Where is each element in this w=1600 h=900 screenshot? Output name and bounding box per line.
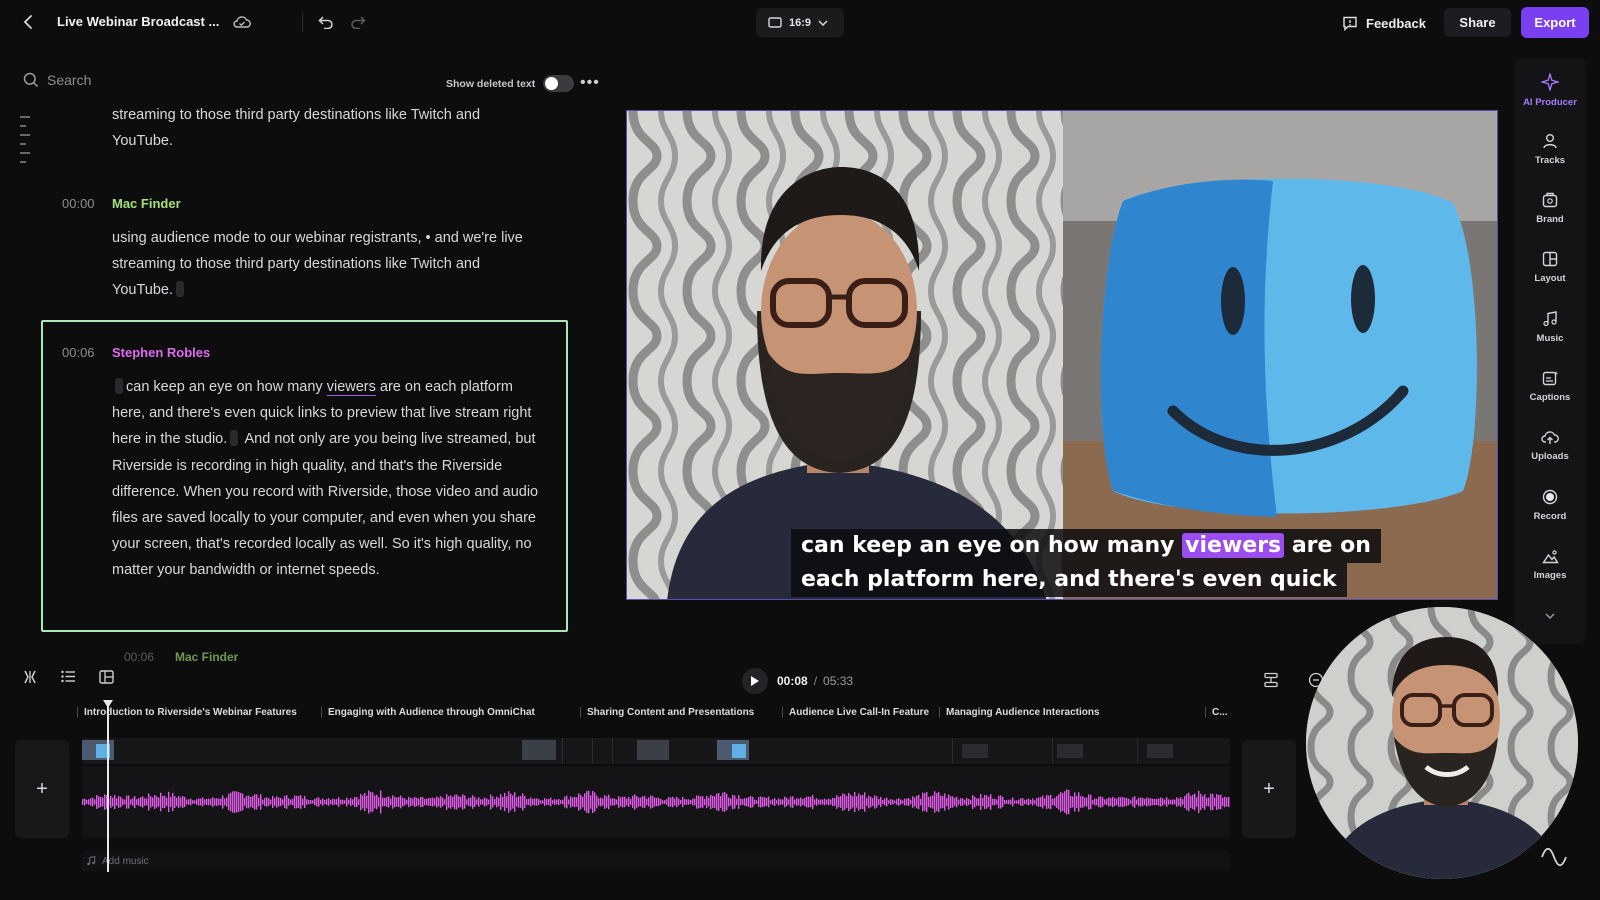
show-deleted-toggle[interactable]: Show deleted text <box>446 75 575 92</box>
layout-icon <box>1542 251 1558 266</box>
presenter-webcam-bubble <box>1306 607 1578 879</box>
sparkle-icon <box>1541 72 1559 91</box>
paragraph-text: And not only are you being live streamed… <box>112 431 539 579</box>
split-icon[interactable] <box>22 670 38 684</box>
feedback-icon <box>1343 16 1357 31</box>
layout-panel-icon[interactable] <box>99 670 114 684</box>
pause-marker[interactable] <box>230 430 239 447</box>
chapter-marker[interactable]: Engaging with Audience through OmniChat <box>321 707 535 718</box>
add-music-label: Add music <box>102 855 149 867</box>
music-note-icon <box>1543 310 1557 326</box>
music-note-icon <box>87 856 96 866</box>
current-time: 00:08 <box>777 674 808 688</box>
chapters-list-icon[interactable] <box>61 670 76 683</box>
chapter-marker[interactable]: Audience Live Call-In Feature <box>782 707 929 718</box>
search-icon <box>23 72 39 88</box>
rail-item-music[interactable]: Music <box>1514 301 1586 353</box>
transcript-search[interactable]: Search <box>23 72 91 88</box>
paragraph-text: using audience mode to our webinar regis… <box>112 230 523 299</box>
record-icon <box>1542 489 1558 504</box>
show-deleted-label: Show deleted text <box>446 77 536 90</box>
current-word[interactable]: viewers <box>327 379 376 395</box>
redo-icon[interactable] <box>348 13 368 31</box>
playback-time: 00:08/05:33 <box>777 674 854 688</box>
images-icon <box>1541 550 1559 564</box>
caption-overlay[interactable]: can keep an eye on how many viewers are … <box>791 529 1381 597</box>
back-icon[interactable] <box>18 12 38 32</box>
transcript-paragraph[interactable]: can keep an eye on how many viewers are … <box>112 374 542 584</box>
cloud-saved-icon <box>232 13 252 31</box>
person-icon <box>1543 133 1557 148</box>
add-clip-before-button[interactable]: + <box>15 740 69 838</box>
block-timestamp[interactable]: 00:06 <box>62 345 95 360</box>
feedback-label: Feedback <box>1366 15 1426 31</box>
pause-marker[interactable] <box>176 281 185 298</box>
chapter-marker[interactable]: C... <box>1205 707 1228 718</box>
upload-icon <box>1541 431 1559 444</box>
paragraph-text: can keep an eye on how many <box>126 379 327 395</box>
block-timestamp[interactable]: 00:00 <box>62 196 95 211</box>
chapter-marker[interactable]: Introduction to Riverside's Webinar Feat… <box>77 707 297 718</box>
rail-item-brand[interactable]: Brand <box>1514 182 1586 234</box>
top-bar: Live Webinar Broadcast ... 16:9 Feedback… <box>0 0 1600 44</box>
rail-item-record[interactable]: Record <box>1514 479 1586 531</box>
speaker-name[interactable]: Stephen Robles <box>112 345 210 360</box>
tools-sidebar: AI Producer Tracks Brand Layout Music Ca… <box>1514 58 1586 644</box>
add-music-track[interactable]: Add music <box>82 851 1230 871</box>
rail-item-ai-producer[interactable]: AI Producer <box>1514 64 1586 116</box>
undo-icon[interactable] <box>316 13 336 31</box>
rail-item-tracks[interactable]: Tracks <box>1514 123 1586 175</box>
pause-marker[interactable] <box>115 378 123 394</box>
export-button[interactable]: Export <box>1521 7 1589 38</box>
feedback-button[interactable]: Feedback <box>1342 11 1426 35</box>
chapter-marker[interactable]: Sharing Content and Presentations <box>580 707 754 718</box>
chevron-down-icon <box>818 19 828 26</box>
caption-line-1: can keep an eye on how many viewers are … <box>791 529 1381 563</box>
speaker-name[interactable]: Mac Finder <box>112 196 181 211</box>
caption-line-2: each platform here, and there's even qui… <box>791 563 1347 597</box>
transcript-paragraph[interactable]: using audience mode to our webinar regis… <box>112 225 542 304</box>
speaker-name[interactable]: Mac Finder <box>175 650 238 662</box>
playhead[interactable] <box>107 700 109 872</box>
rail-item-captions[interactable]: Captions <box>1514 360 1586 412</box>
divider <box>302 12 303 32</box>
outline-icon[interactable] <box>20 116 30 170</box>
audio-waveform-track[interactable] <box>82 766 1230 838</box>
speaker-camera-stephen <box>627 111 1063 599</box>
share-button[interactable]: Share <box>1444 8 1511 37</box>
captions-track-icon[interactable] <box>1263 672 1279 688</box>
play-icon <box>751 676 759 686</box>
aspect-ratio-value: 16:9 <box>789 16 812 29</box>
video-preview[interactable]: can keep an eye on how many viewers are … <box>626 110 1498 600</box>
audio-wave-icon[interactable] <box>1534 840 1574 874</box>
chapter-marker[interactable]: Managing Audience Interactions <box>939 707 1100 718</box>
toggle-switch[interactable] <box>543 75 575 92</box>
rail-item-images[interactable]: Images <box>1514 539 1586 591</box>
rail-scroll-down-icon[interactable] <box>1542 610 1558 622</box>
chapter-markers: Introduction to Riverside's Webinar Feat… <box>0 707 1240 721</box>
speaker-camera-mac-finder <box>1063 111 1497 599</box>
project-title[interactable]: Live Webinar Broadcast ... <box>57 14 219 29</box>
search-placeholder: Search <box>47 72 92 88</box>
rail-item-layout[interactable]: Layout <box>1514 241 1586 293</box>
brand-icon <box>1542 192 1558 207</box>
play-button[interactable] <box>742 668 768 694</box>
total-duration: 05:33 <box>823 674 854 688</box>
block-timestamp[interactable]: 00:06 <box>124 650 154 662</box>
screen-icon <box>768 17 782 28</box>
aspect-ratio-dropdown[interactable]: 16:9 <box>756 8 844 37</box>
add-clip-after-button[interactable]: + <box>1242 740 1296 838</box>
transcript-previous-tail[interactable]: streaming to those third party destinati… <box>112 104 542 156</box>
caption-highlight-word: viewers <box>1182 533 1285 558</box>
more-options-icon[interactable]: ••• <box>580 74 600 92</box>
video-thumbnail-track[interactable] <box>82 738 1230 764</box>
captions-icon <box>1542 370 1558 385</box>
rail-item-uploads[interactable]: Uploads <box>1514 420 1586 472</box>
